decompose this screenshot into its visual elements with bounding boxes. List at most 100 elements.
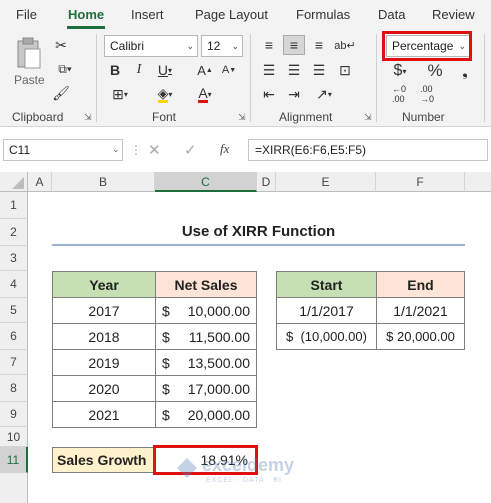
align-left-icon[interactable]: ☰ xyxy=(258,60,280,80)
year-cell[interactable]: 2021 xyxy=(52,401,156,428)
row-header-3[interactable]: 3 xyxy=(0,246,28,271)
tab-data[interactable]: Data xyxy=(378,7,405,22)
end-date-cell[interactable]: 1/1/2021 xyxy=(376,297,465,324)
copy-icon[interactable]: ⧉▾ xyxy=(52,60,78,78)
amount: 20,000.00 xyxy=(187,406,250,423)
row-header-11[interactable]: 11 xyxy=(0,447,28,473)
currency-symbol: $ xyxy=(162,380,170,397)
row-header-9[interactable]: 9 xyxy=(0,402,28,427)
row-header-8[interactable]: 8 xyxy=(0,375,28,402)
decrease-indent-icon[interactable]: ⇤ xyxy=(258,84,280,104)
align-middle-icon[interactable]: ≡ xyxy=(283,35,305,55)
row-header-10[interactable]: 10 xyxy=(0,427,28,447)
column-header-c[interactable]: C xyxy=(155,172,257,192)
tab-home[interactable]: Home xyxy=(68,7,104,22)
font-size-combo[interactable]: 12 ⌄ xyxy=(201,35,243,57)
start-header[interactable]: Start xyxy=(276,271,377,298)
year-cell[interactable]: 2020 xyxy=(52,375,156,402)
ribbon-tab-bar: File Home Insert Page Layout Formulas Da… xyxy=(0,0,491,30)
column-header-g[interactable] xyxy=(465,172,491,192)
paste-label[interactable]: Paste xyxy=(14,73,45,87)
font-launcher-icon[interactable]: ⇲ xyxy=(238,112,246,123)
net-sales-cell[interactable]: $13,500.00 xyxy=(155,349,257,376)
orientation-icon[interactable]: ↗ ▾ xyxy=(310,84,338,104)
currency-symbol: $ xyxy=(162,406,170,423)
net-sales-cell[interactable]: $11,500.00 xyxy=(155,323,257,350)
column-header-f[interactable]: F xyxy=(376,172,465,192)
enter-icon[interactable]: ✓ xyxy=(184,141,197,159)
align-center-icon[interactable]: ☰ xyxy=(283,60,305,80)
amount: 11,500.00 xyxy=(188,328,250,345)
amount: 13,500.00 xyxy=(187,354,250,371)
currency-icon[interactable]: $ ▾ xyxy=(388,60,412,82)
bold-button[interactable]: B xyxy=(106,60,124,80)
row-header-6[interactable]: 6 xyxy=(0,323,28,350)
row-header-4[interactable]: 4 xyxy=(0,271,28,298)
name-box[interactable]: C11 xyxy=(3,139,123,161)
end-value-cell[interactable]: $ 20,000.00 xyxy=(376,323,465,350)
increase-font-icon[interactable]: A ▲ xyxy=(196,60,214,80)
tab-review[interactable]: Review xyxy=(432,7,475,22)
format-painter-icon[interactable]: 🖌 xyxy=(52,84,70,102)
tab-insert[interactable]: Insert xyxy=(131,7,164,22)
tab-formulas[interactable]: Formulas xyxy=(296,7,350,22)
font-name-combo[interactable]: Calibri ⌄ xyxy=(104,35,198,57)
percent-icon[interactable]: % xyxy=(424,60,446,82)
chevron-down-icon[interactable]: ⌄ xyxy=(231,36,239,56)
net-sales-header[interactable]: Net Sales xyxy=(155,271,257,298)
row-header-7[interactable]: 7 xyxy=(0,350,28,375)
formula-input[interactable]: =XIRR(E6:F6,E5:F5) xyxy=(248,139,488,161)
comma-style-icon[interactable]: ❟ xyxy=(454,60,476,82)
merge-center-icon[interactable]: ⊡ xyxy=(334,60,356,80)
more-icon: ⋮ xyxy=(130,143,142,157)
year-cell[interactable]: 2017 xyxy=(52,297,156,324)
column-header-b[interactable]: B xyxy=(52,172,155,192)
row-header-1[interactable]: 1 xyxy=(0,192,28,219)
row-header-5[interactable]: 5 xyxy=(0,298,28,323)
row-header-12[interactable] xyxy=(0,473,28,503)
paste-icon[interactable] xyxy=(12,36,46,72)
year-cell[interactable]: 2018 xyxy=(52,323,156,350)
net-sales-cell[interactable]: $17,000.00 xyxy=(155,375,257,402)
year-header[interactable]: Year xyxy=(52,271,156,298)
year-cell[interactable]: 2019 xyxy=(52,349,156,376)
wrap-text-icon[interactable]: ab↵ xyxy=(334,35,356,55)
column-header-a[interactable]: A xyxy=(28,172,52,192)
row-header-2[interactable]: 2 xyxy=(0,219,28,246)
alignment-launcher-icon[interactable]: ⇲ xyxy=(364,112,372,123)
end-header[interactable]: End xyxy=(376,271,465,298)
increase-indent-icon[interactable]: ⇥ xyxy=(283,84,305,104)
column-header-d[interactable]: D xyxy=(257,172,276,192)
start-value-cell[interactable]: $ (10,000.00) xyxy=(276,323,377,350)
cancel-icon[interactable]: ✕ xyxy=(148,141,161,159)
sales-growth-label[interactable]: Sales Growth xyxy=(52,447,156,473)
start-date-cell[interactable]: 1/1/2017 xyxy=(276,297,377,324)
chevron-down-icon[interactable]: ⌄ xyxy=(112,144,120,155)
tab-page-layout[interactable]: Page Layout xyxy=(195,7,268,22)
formula-bar: C11 ⌄ ⋮ ✕ ✓ fx =XIRR(E6:F6,E5:F5) xyxy=(0,135,491,165)
net-sales-cell[interactable]: $10,000.00 xyxy=(155,297,257,324)
clipboard-launcher-icon[interactable]: ⇲ xyxy=(84,112,92,123)
sheet-title[interactable]: Use of XIRR Function xyxy=(52,219,465,246)
font-color-icon[interactable]: A ▾ xyxy=(190,84,220,104)
cut-icon[interactable]: ✂ xyxy=(52,36,70,54)
net-sales-cell[interactable]: $20,000.00 xyxy=(155,401,257,428)
increase-decimal-icon[interactable]: ←0.00 xyxy=(386,84,412,104)
insert-function-icon[interactable]: fx xyxy=(220,141,229,157)
chevron-down-icon[interactable]: ⌄ xyxy=(186,36,194,56)
select-all-corner[interactable] xyxy=(0,172,28,192)
underline-button[interactable]: U ▾ xyxy=(152,60,178,80)
number-format-highlight xyxy=(382,31,472,61)
column-header-e[interactable]: E xyxy=(276,172,376,192)
amount: 10,000.00 xyxy=(187,302,250,319)
decrease-decimal-icon[interactable]: .00 →0 xyxy=(414,84,440,104)
decrease-font-icon[interactable]: A ▼ xyxy=(220,60,238,80)
align-bottom-icon[interactable]: ≡ xyxy=(308,35,330,55)
italic-button[interactable]: I xyxy=(130,60,148,80)
currency-symbol: $ xyxy=(162,328,170,345)
fill-color-icon[interactable]: ◈ ▾ xyxy=(150,84,180,104)
align-right-icon[interactable]: ☰ xyxy=(308,60,330,80)
borders-icon[interactable]: ⊞ ▾ xyxy=(104,84,136,104)
tab-file[interactable]: File xyxy=(16,7,37,22)
align-top-icon[interactable]: ≡ xyxy=(258,35,280,55)
